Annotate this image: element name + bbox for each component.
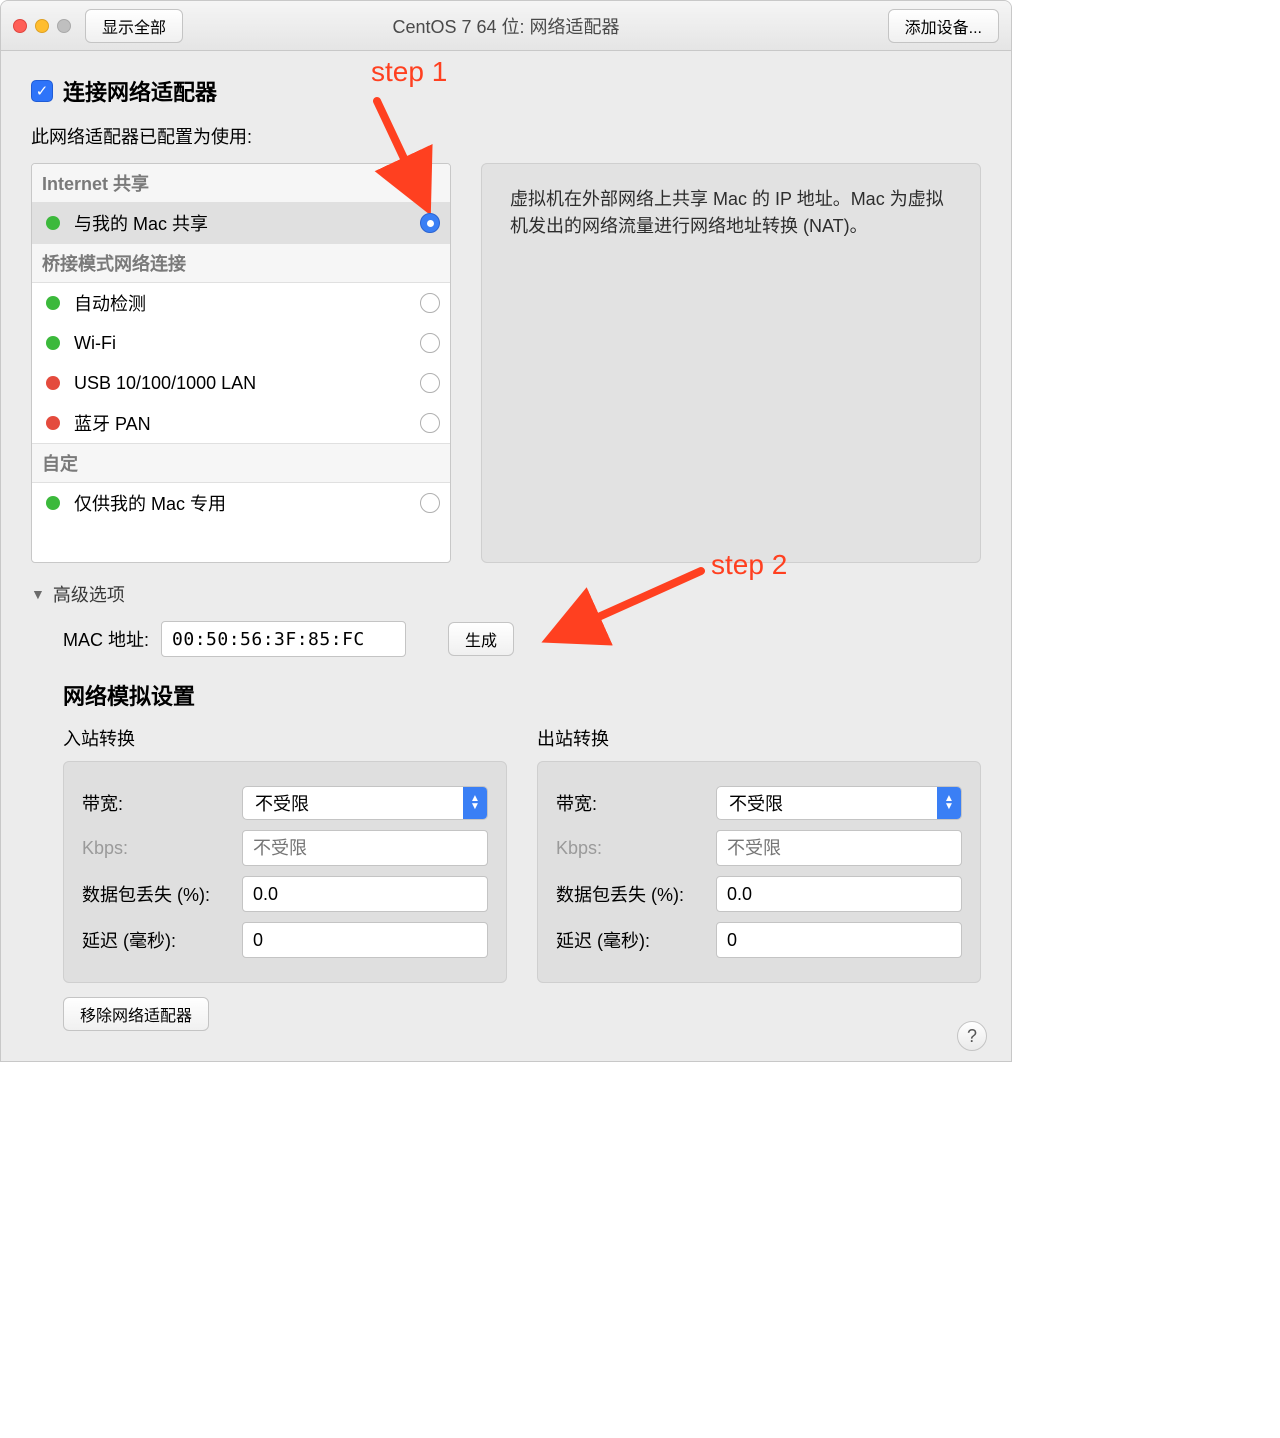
- radio-icon[interactable]: [420, 373, 440, 393]
- net-bluetooth-pan[interactable]: 蓝牙 PAN: [32, 403, 450, 443]
- outbound-box: 带宽: 不受限 ▲▼ Kbps: 数据包丢失 (%):: [537, 761, 981, 983]
- outbound-column: 出站转换 带宽: 不受限 ▲▼ Kbps:: [537, 725, 981, 983]
- close-icon[interactable]: [13, 19, 27, 33]
- info-panel: 虚拟机在外部网络上共享 Mac 的 IP 地址。Mac 为虚拟机发出的网络流量进…: [481, 163, 981, 563]
- advanced-disclosure[interactable]: ▼ 高级选项: [31, 581, 981, 607]
- help-button[interactable]: ?: [957, 1021, 987, 1051]
- network-list: Internet 共享 与我的 Mac 共享 桥接模式网络连接 自动检测 Wi-…: [31, 163, 451, 563]
- inbound-title: 入站转换: [63, 725, 507, 751]
- mac-address-row: MAC 地址: 生成: [63, 621, 981, 657]
- remove-adapter-button[interactable]: 移除网络适配器: [63, 997, 209, 1031]
- outbound-kbps-input[interactable]: [716, 830, 962, 866]
- add-device-button[interactable]: 添加设备...: [888, 9, 999, 43]
- radio-selected-icon[interactable]: [420, 213, 440, 233]
- configured-label: 此网络适配器已配置为使用:: [31, 123, 981, 149]
- section-custom: 自定: [32, 443, 450, 483]
- net-share-with-mac[interactable]: 与我的 Mac 共享: [32, 203, 450, 243]
- kbps-label: Kbps:: [82, 838, 242, 859]
- radio-icon[interactable]: [420, 413, 440, 433]
- outbound-title: 出站转换: [537, 725, 981, 751]
- outbound-bandwidth-select[interactable]: 不受限 ▲▼: [716, 786, 962, 820]
- chevron-up-down-icon: ▲▼: [463, 787, 487, 819]
- select-value: 不受限: [729, 790, 783, 816]
- bandwidth-label: 带宽:: [556, 790, 716, 816]
- packet-loss-label: 数据包丢失 (%):: [556, 881, 716, 907]
- net-item-label: Wi-Fi: [74, 333, 116, 354]
- net-wifi[interactable]: Wi-Fi: [32, 323, 450, 363]
- network-sim-title: 网络模拟设置: [63, 679, 981, 711]
- radio-icon[interactable]: [420, 293, 440, 313]
- outbound-loss-input[interactable]: [716, 876, 962, 912]
- bandwidth-label: 带宽:: [82, 790, 242, 816]
- latency-label: 延迟 (毫秒):: [82, 927, 242, 953]
- disclosure-triangle-icon: ▼: [31, 586, 45, 602]
- mac-address-input[interactable]: [161, 621, 406, 657]
- inbound-bandwidth-select[interactable]: 不受限 ▲▼: [242, 786, 488, 820]
- connect-adapter-checkbox[interactable]: ✓: [31, 80, 53, 102]
- kbps-label: Kbps:: [556, 838, 716, 859]
- annotation-step2: step 2: [711, 549, 787, 581]
- net-item-label: 仅供我的 Mac 专用: [74, 490, 226, 516]
- mac-address-label: MAC 地址:: [63, 626, 149, 652]
- info-panel-text: 虚拟机在外部网络上共享 Mac 的 IP 地址。Mac 为虚拟机发出的网络流量进…: [510, 189, 944, 236]
- show-all-button[interactable]: 显示全部: [85, 9, 183, 43]
- net-private-to-mac[interactable]: 仅供我的 Mac 专用: [32, 483, 450, 523]
- titlebar: 显示全部 CentOS 7 64 位: 网络适配器 添加设备...: [1, 1, 1011, 51]
- net-item-label: USB 10/100/1000 LAN: [74, 373, 256, 394]
- status-dot-icon: [46, 376, 60, 390]
- content-area: step 1 ✓ 连接网络适配器 此网络适配器已配置为使用: Internet …: [1, 51, 1011, 1061]
- status-dot-icon: [46, 336, 60, 350]
- annotation-step1: step 1: [371, 56, 447, 88]
- vm-settings-window: 显示全部 CentOS 7 64 位: 网络适配器 添加设备... step 1…: [0, 0, 1012, 1062]
- status-dot-icon: [46, 216, 60, 230]
- connect-adapter-label: 连接网络适配器: [63, 75, 217, 107]
- inbound-latency-input[interactable]: [242, 922, 488, 958]
- inbound-kbps-input[interactable]: [242, 830, 488, 866]
- section-bridged: 桥接模式网络连接: [32, 243, 450, 283]
- net-item-label: 蓝牙 PAN: [74, 410, 151, 436]
- net-item-label: 自动检测: [74, 290, 146, 316]
- section-internet-sharing: Internet 共享: [32, 164, 450, 203]
- inbound-loss-input[interactable]: [242, 876, 488, 912]
- outbound-latency-input[interactable]: [716, 922, 962, 958]
- net-usb-lan[interactable]: USB 10/100/1000 LAN: [32, 363, 450, 403]
- inbound-column: 入站转换 带宽: 不受限 ▲▼ Kbps:: [63, 725, 507, 983]
- status-dot-icon: [46, 496, 60, 510]
- radio-icon[interactable]: [420, 493, 440, 513]
- radio-icon[interactable]: [420, 333, 440, 353]
- packet-loss-label: 数据包丢失 (%):: [82, 881, 242, 907]
- net-autodetect[interactable]: 自动检测: [32, 283, 450, 323]
- advanced-label: 高级选项: [53, 581, 125, 607]
- status-dot-icon: [46, 296, 60, 310]
- inbound-box: 带宽: 不受限 ▲▼ Kbps: 数据包丢失 (%):: [63, 761, 507, 983]
- chevron-up-down-icon: ▲▼: [937, 787, 961, 819]
- connect-adapter-row: ✓ 连接网络适配器: [31, 75, 981, 107]
- minimize-icon[interactable]: [35, 19, 49, 33]
- traffic-lights: [13, 19, 71, 33]
- latency-label: 延迟 (毫秒):: [556, 927, 716, 953]
- generate-mac-button[interactable]: 生成: [448, 622, 514, 656]
- select-value: 不受限: [255, 790, 309, 816]
- maximize-icon: [57, 19, 71, 33]
- status-dot-icon: [46, 416, 60, 430]
- net-item-label: 与我的 Mac 共享: [74, 210, 208, 236]
